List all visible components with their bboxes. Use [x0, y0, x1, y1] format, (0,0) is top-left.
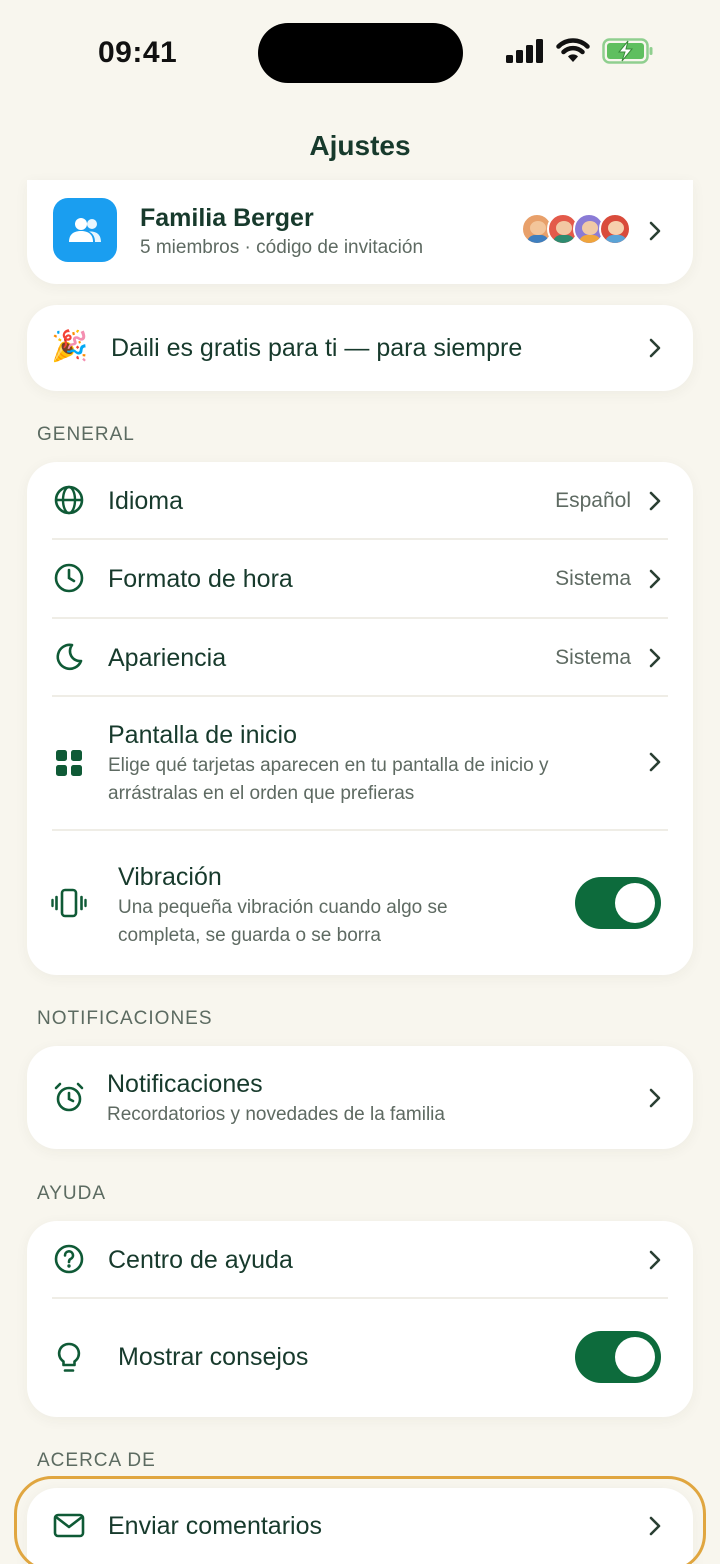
clock-icon	[54, 563, 84, 593]
alarm-clock-icon	[54, 1082, 84, 1112]
page-title: Ajustes	[309, 130, 411, 161]
chevron-right-icon	[649, 221, 661, 241]
chevron-right-icon	[649, 648, 661, 668]
moon-icon-wrap	[51, 639, 87, 675]
question-circle-icon	[54, 1244, 84, 1274]
vibration-description: Una pequeña vibración cuando algo se com…	[118, 897, 448, 946]
chevron-right-icon	[649, 569, 661, 589]
notifications-label: Notificaciones	[107, 1070, 263, 1098]
dynamic-island	[258, 23, 463, 83]
lightbulb-icon	[57, 1342, 81, 1372]
vibration-icon-wrap	[51, 885, 87, 921]
appearance-value: Sistema	[555, 646, 631, 669]
vibration-label: Vibración	[118, 863, 222, 891]
status-bar: 09:41	[0, 0, 720, 105]
general-card: Idioma Español Formato de hora Sistema A…	[27, 462, 693, 975]
status-icons	[506, 38, 654, 64]
people-icon	[69, 218, 101, 242]
promo-label: Daili es gratis para ti — para siempre	[111, 334, 523, 362]
toggle-knob	[615, 1337, 655, 1377]
home-screen-row[interactable]: Pantalla de inicio Elige qué tarjetas ap…	[27, 697, 693, 829]
member-avatars	[521, 213, 631, 245]
status-time: 09:41	[98, 36, 178, 69]
chevron-right-icon	[649, 1088, 661, 1108]
appearance-label: Apariencia	[108, 644, 227, 672]
grid-icon-wrap	[51, 745, 87, 781]
family-card[interactable]: Familia Berger 5 miembros · código de in…	[27, 180, 693, 284]
show-tips-label: Mostrar consejos	[118, 1343, 309, 1371]
promo-card[interactable]: 🎉 Daili es gratis para ti — para siempre	[27, 305, 693, 391]
vibration-toggle[interactable]	[575, 877, 661, 929]
clock-icon-wrap	[51, 560, 87, 596]
show-tips-row: Mostrar consejos	[27, 1299, 693, 1417]
show-tips-toggle[interactable]	[575, 1331, 661, 1383]
avatar	[599, 213, 631, 245]
toggle-knob	[615, 883, 655, 923]
home-screen-label: Pantalla de inicio	[108, 721, 298, 749]
wifi-icon	[556, 38, 590, 62]
appearance-row[interactable]: Apariencia Sistema	[27, 619, 693, 696]
section-notifications: NOTIFICACIONES	[37, 1008, 213, 1029]
home-screen-description: Elige qué tarjetas aparecen en tu pantal…	[108, 755, 549, 804]
help-icon-wrap	[51, 1241, 87, 1277]
help-card: Centro de ayuda Mostrar consejos	[27, 1221, 693, 1417]
chevron-right-icon	[649, 1250, 661, 1270]
language-value: Español	[555, 489, 631, 512]
chevron-right-icon	[649, 338, 661, 358]
time-format-label: Formato de hora	[108, 565, 293, 593]
grid-icon	[56, 750, 82, 776]
family-subtitle: 5 miembros · código de invitación	[140, 237, 424, 258]
focus-highlight	[14, 1476, 706, 1564]
notifications-card[interactable]: Notificaciones Recordatorios y novedades…	[27, 1046, 693, 1149]
section-help: AYUDA	[37, 1183, 107, 1204]
section-general: GENERAL	[37, 424, 135, 445]
family-name: Familia Berger	[140, 204, 314, 232]
globe-icon	[54, 485, 84, 515]
globe-icon-wrap	[51, 482, 87, 518]
language-label: Idioma	[108, 487, 184, 515]
time-format-row[interactable]: Formato de hora Sistema	[27, 540, 693, 617]
battery-charging-icon	[602, 38, 653, 64]
bulb-icon-wrap	[51, 1340, 87, 1376]
vibration-icon	[51, 888, 87, 918]
language-row[interactable]: Idioma Español	[27, 462, 693, 539]
notifications-description: Recordatorios y novedades de la familia	[107, 1104, 445, 1125]
help-center-label: Centro de ayuda	[108, 1246, 293, 1274]
family-icon	[53, 198, 117, 262]
time-format-value: Sistema	[555, 567, 631, 590]
party-popper-icon: 🎉	[51, 330, 89, 363]
cellular-signal-icon	[506, 39, 543, 63]
alarm-icon-wrap	[51, 1079, 87, 1115]
help-center-row[interactable]: Centro de ayuda	[27, 1221, 693, 1298]
chevron-right-icon	[649, 752, 661, 772]
vibration-row: Vibración Una pequeña vibración cuando a…	[27, 831, 693, 975]
chevron-right-icon	[649, 491, 661, 511]
moon-icon	[56, 643, 83, 671]
section-about: ACERCA DE	[37, 1450, 156, 1471]
